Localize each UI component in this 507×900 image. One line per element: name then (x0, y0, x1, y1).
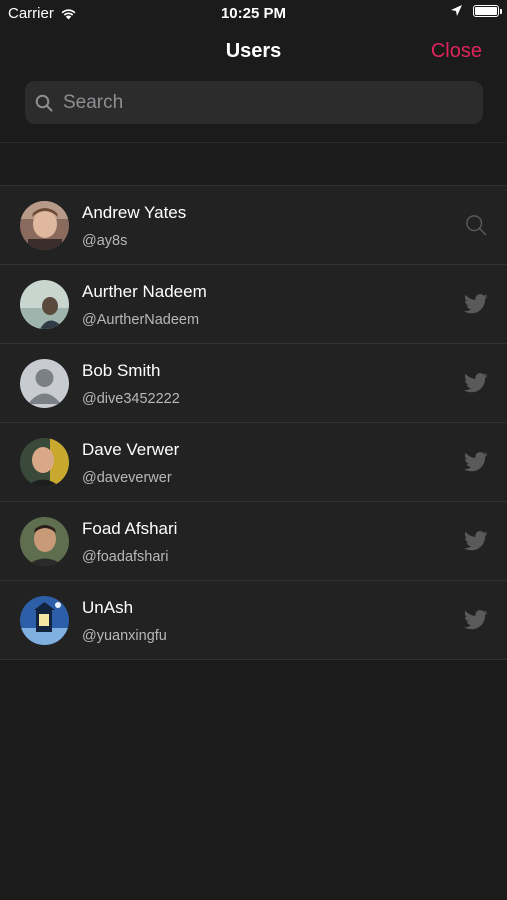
user-handle: @daveverwer (82, 470, 172, 486)
battery-icon (473, 4, 502, 17)
user-row-foad-afshari[interactable]: Foad Afshari @foadafshari (0, 502, 507, 581)
twitter-icon[interactable] (464, 372, 488, 394)
user-row-dave-verwer[interactable]: Dave Verwer @daveverwer (0, 423, 507, 502)
close-button[interactable]: Close (431, 40, 482, 63)
user-name: Dave Verwer (82, 440, 180, 459)
user-handle: @yuanxingfu (82, 628, 167, 644)
user-row-aurther-nadeem[interactable]: Aurther Nadeem @AurtherNadeem (0, 265, 507, 344)
user-name: Aurther Nadeem (82, 282, 207, 301)
user-row-bob-smith[interactable]: Bob Smith @dive3452222 (0, 344, 507, 423)
user-handle: @foadafshari (82, 549, 169, 565)
avatar (20, 359, 69, 408)
user-handle: @ay8s (82, 233, 128, 249)
twitter-icon[interactable] (464, 609, 488, 631)
user-row-unash[interactable]: UnAsh @yuanxingfu (0, 581, 507, 660)
avatar (20, 438, 69, 487)
avatar (20, 201, 69, 250)
user-list: Andrew Yates @ay8s Aurther Nadeem @Aurth… (0, 185, 507, 660)
search-icon[interactable] (464, 214, 488, 236)
user-handle: @dive3452222 (82, 391, 180, 407)
user-name: Bob Smith (82, 361, 161, 380)
status-bar: Carrier 10:25 PM (0, 0, 507, 28)
user-name: Andrew Yates (82, 203, 187, 222)
search-input[interactable] (61, 90, 465, 115)
user-handle: @AurtherNadeem (82, 312, 200, 328)
search-area (0, 78, 507, 143)
user-name: Foad Afshari (82, 519, 178, 538)
navigation-bar: Users Close (0, 28, 507, 78)
twitter-icon[interactable] (464, 530, 488, 552)
avatar (20, 517, 69, 566)
avatar (20, 596, 69, 645)
twitter-icon[interactable] (464, 451, 488, 473)
twitter-icon[interactable] (464, 293, 488, 315)
search-icon (35, 94, 53, 111)
avatar (20, 280, 69, 329)
user-row-andrew-yates[interactable]: Andrew Yates @ay8s (0, 186, 507, 265)
clock: 10:25 PM (220, 5, 287, 22)
search-bar[interactable] (25, 81, 483, 124)
user-name: UnAsh (82, 598, 134, 617)
location-arrow-icon (451, 5, 462, 16)
